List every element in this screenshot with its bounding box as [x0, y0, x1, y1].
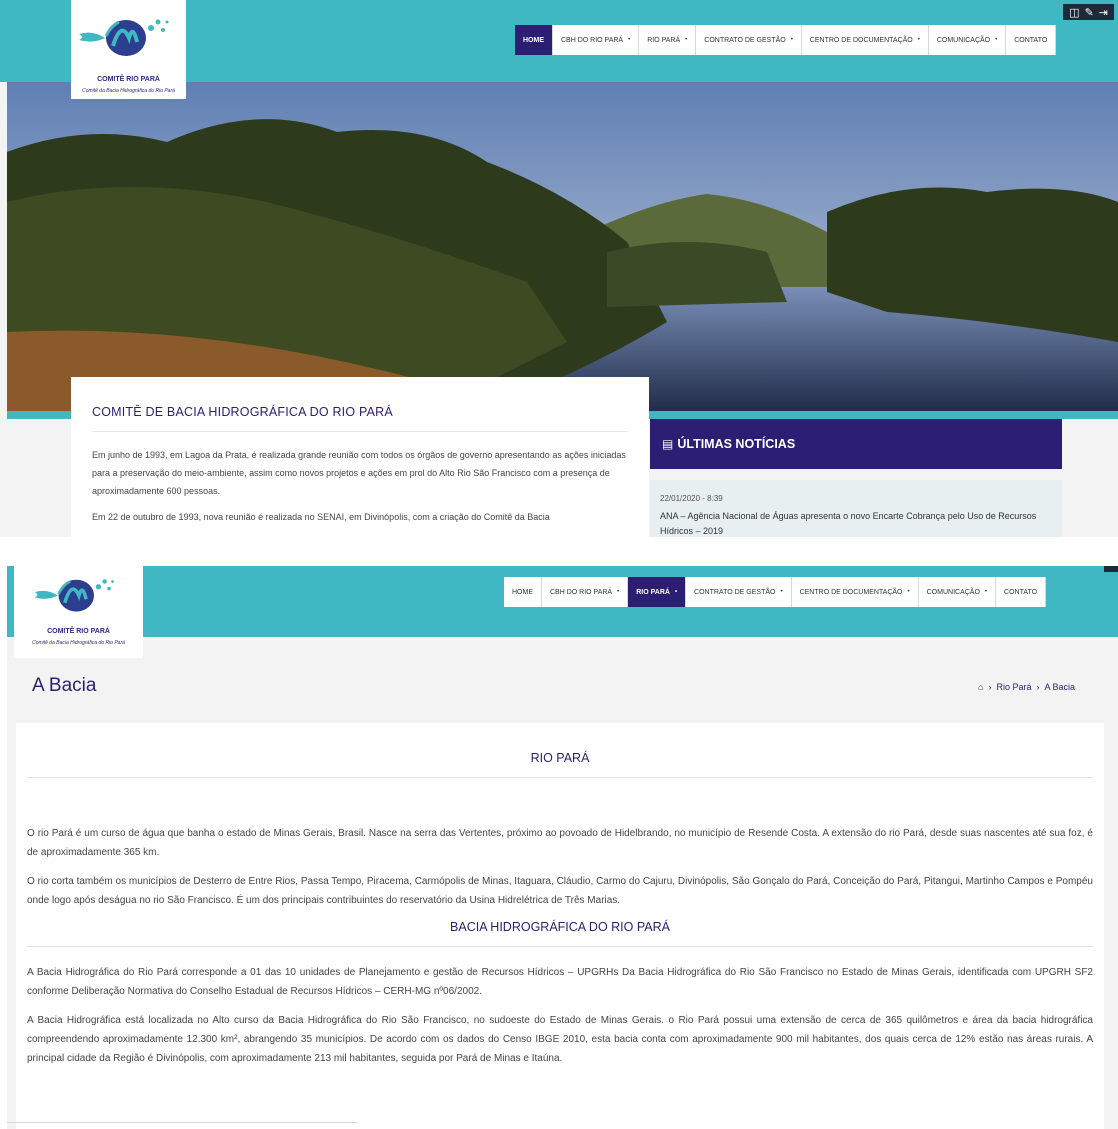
article-paragraph-3: A Bacia Hidrográfica do Rio Pará corresp…	[27, 967, 1093, 997]
nav-cbh[interactable]: CBH DO RIO PARÁ •	[553, 25, 640, 55]
edit-icon[interactable]: ✎	[1085, 6, 1094, 19]
logo-title: COMITÊ RIO PARÁ	[47, 628, 110, 635]
nav-home[interactable]: HOME	[504, 577, 542, 607]
nav-comunicacao[interactable]: COMUNICAÇÃO •	[918, 577, 997, 607]
nav-label: CONTATO	[1004, 588, 1038, 596]
site-logo[interactable]: COMITÊ RIO PARÁ Comitê da Bacia Hidrográ…	[71, 0, 186, 99]
nav-label: CENTRO DE DOCUMENTAÇÃO	[799, 588, 903, 596]
nav-comunicacao[interactable]: COMUNICAÇÃO •	[928, 25, 1007, 55]
page-title: A Bacia	[32, 675, 97, 696]
home-icon[interactable]: ⌂	[978, 682, 983, 692]
dropdown-dot-icon: •	[984, 589, 988, 595]
breadcrumb-rio-para[interactable]: Rio Pará	[996, 682, 1031, 692]
nav-cbh[interactable]: CBH DO RIO PARÁ •	[542, 577, 629, 607]
dropdown-dot-icon: •	[917, 37, 920, 43]
news-heading: ÚLTIMAS NOTÍCIAS	[677, 437, 796, 451]
dropdown-dot-icon: •	[628, 37, 631, 43]
nav-documentacao[interactable]: CENTRO DE DOCUMENTAÇÃO •	[791, 577, 919, 607]
article-paragraph-4: A Bacia Hidrográfica está localizada no …	[27, 1015, 1093, 1064]
homepage-screenshot: ◫ ✎ ⇥ COMITÊ RIO PARÁ Comitê da Bacia Hi…	[0, 0, 1118, 537]
article-paragraph-2: O rio corta também os municípios de Dest…	[27, 876, 1093, 906]
nav-contrato[interactable]: CONTRATO DE GESTÃO •	[686, 577, 792, 607]
dropdown-dot-icon: •	[617, 589, 620, 595]
nav-label: COMUNICAÇÃO	[926, 588, 980, 596]
main-nav: HOME CBH DO RIO PARÁ • RIO PARÁ • CONTRATO…	[515, 25, 1057, 55]
nav-label: HOME	[523, 36, 544, 44]
nav-label: CBH DO RIO PARÁ	[550, 588, 613, 596]
breadcrumb-current: A Bacia	[1044, 682, 1075, 692]
bottom-divider	[7, 1122, 357, 1123]
intro-card: COMITÊ DE BACIA HIDROGRÁFICA DO RIO PARÁ…	[71, 377, 649, 537]
admin-toolbar-edge	[1104, 566, 1118, 572]
nav-label: COMUNICAÇÃO	[936, 36, 991, 44]
article-paragraph-1: O rio Pará é um curso de água que banha …	[27, 828, 1093, 858]
section-heading-rio-para: RIO PARÁ	[27, 751, 1093, 778]
bacia-page-screenshot: COMITÊ RIO PARÁ Comitê da Bacia Hidrográ…	[7, 566, 1118, 1129]
nav-label: CBH DO RIO PARÁ	[561, 36, 624, 44]
nav-label: CONTRATO DE GESTÃO	[704, 36, 786, 44]
nav-rio-para[interactable]: RIO PARÁ •	[639, 25, 697, 55]
breadcrumb-separator: ›	[1036, 682, 1040, 692]
newspaper-icon: ▤	[662, 437, 674, 451]
nav-contato[interactable]: CONTATO	[996, 577, 1047, 607]
article-content: RIO PARÁ O rio Pará é um curso de água q…	[16, 723, 1104, 1129]
fish-logo-icon	[34, 579, 114, 612]
logout-icon[interactable]: ⇥	[1099, 6, 1108, 19]
nav-label: RIO PARÁ	[647, 36, 681, 44]
section-heading-bacia: BACIA HIDROGRÁFICA DO RIO PARÁ	[27, 920, 1093, 947]
admin-toolbar: ◫ ✎ ⇥	[1063, 4, 1114, 20]
nav-label: CONTRATO DE GESTÃO	[694, 588, 776, 596]
dropdown-dot-icon: •	[685, 37, 688, 43]
logo-subtitle: Comitê da Bacia Hidrográfica do Rio Pará	[82, 88, 175, 94]
nav-label: HOME	[512, 588, 533, 596]
fish-logo-icon	[79, 19, 169, 56]
logo-subtitle: Comitê da Bacia Hidrográfica do Rio Pará	[32, 640, 125, 646]
intro-heading: COMITÊ DE BACIA HIDROGRÁFICA DO RIO PARÁ	[92, 405, 628, 432]
nav-contato[interactable]: CONTATO	[1006, 25, 1057, 55]
dropdown-dot-icon: •	[780, 589, 783, 595]
nav-label: CENTRO DE DOCUMENTAÇÃO	[809, 36, 913, 44]
breadcrumb-separator: ›	[988, 682, 992, 692]
news-item[interactable]: 22/01/2020 - 8:39 ANA – Agência Nacional…	[650, 480, 1062, 537]
news-link[interactable]: ANA – Agência Nacional de Águas apresent…	[660, 509, 1052, 537]
intro-paragraph-1: Em junho de 1993, em Lagoa da Prata, é r…	[92, 450, 626, 496]
dropdown-dot-icon: •	[790, 37, 793, 43]
intro-paragraph-2: Em 22 de outubro de 1993, nova reunião é…	[92, 512, 550, 522]
nav-home[interactable]: HOME	[515, 25, 553, 55]
dropdown-dot-icon: •	[907, 589, 910, 595]
dropdown-dot-icon: •	[674, 589, 678, 595]
nav-label: CONTATO	[1014, 36, 1048, 44]
site-logo[interactable]: COMITÊ RIO PARÁ Comitê da Bacia Hidrográ…	[14, 566, 143, 658]
layout-icon[interactable]: ◫	[1069, 6, 1079, 19]
dropdown-dot-icon: •	[995, 37, 998, 43]
nav-label: RIO PARÁ	[636, 588, 670, 596]
main-nav: HOME CBH DO RIO PARÁ • RIO PARÁ • CONTRATO…	[504, 577, 1047, 607]
nav-documentacao[interactable]: CENTRO DE DOCUMENTAÇÃO •	[801, 25, 929, 55]
nav-contrato[interactable]: CONTRATO DE GESTÃO •	[696, 25, 802, 55]
news-header: ▤ ÚLTIMAS NOTÍCIAS	[650, 419, 1062, 469]
breadcrumb: ⌂ › Rio Pará › A Bacia	[978, 682, 1075, 692]
news-date: 22/01/2020 - 8:39	[660, 494, 723, 503]
nav-rio-para[interactable]: RIO PARÁ •	[628, 577, 687, 607]
hero-river-image	[7, 82, 1118, 413]
logo-title: COMITÊ RIO PARÁ	[97, 76, 160, 83]
